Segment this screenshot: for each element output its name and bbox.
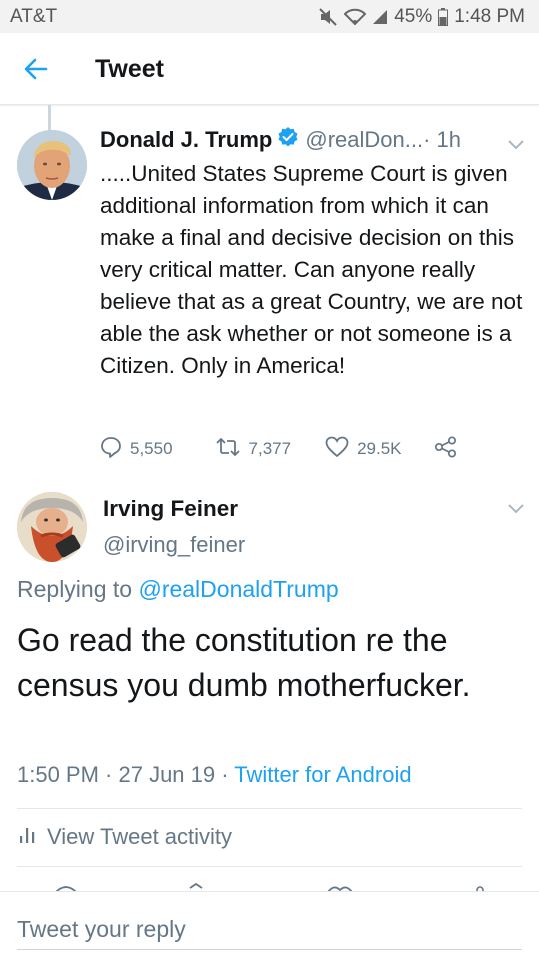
battery-percent: 45% [394,6,433,27]
signal-icon [372,9,388,25]
irving-avatar-image [17,492,87,562]
share-button[interactable] [434,435,458,463]
arrow-left-icon [22,58,50,87]
wifi-icon [344,8,367,26]
heart-icon [325,436,349,463]
like-count: 29.5K [357,439,402,458]
tweet-age: · 1h [423,127,461,152]
mention-link[interactable]: @realDonaldTrump [138,576,338,602]
carrier-label: AT&T [10,6,58,27]
reply-icon [100,436,122,463]
tweet-header: Donald J. Trump @realDon... · 1h [100,126,530,154]
share-icon [434,435,458,463]
divider [17,808,522,809]
reply-input[interactable] [17,910,522,950]
reply-button[interactable]: 5,550 [100,436,173,463]
verified-badge-icon [277,126,299,154]
reply-bar [0,891,539,960]
tweet-actions: 5,550 7,377 29.5K [100,434,500,464]
tweet-text: .....United States Supreme Court is give… [100,161,523,378]
tweet-source-link[interactable]: Twitter for Android [234,762,411,787]
retweet-icon [215,437,241,462]
battery-icon [438,8,449,26]
page-title: Tweet [95,55,164,83]
author-name[interactable]: Donald J. Trump [100,127,272,153]
view-tweet-activity-button[interactable]: View Tweet activity [17,824,232,850]
status-icons: 45% 1:48 PM [318,6,525,28]
tweet-menu-button[interactable] [507,138,525,156]
author-handle[interactable]: @realDon... [305,127,423,153]
avatar[interactable] [17,492,87,562]
trump-avatar-image [17,130,87,200]
chevron-down-icon [507,138,525,155]
retweet-button[interactable]: 7,377 [215,437,292,462]
replying-to: Replying to @realDonaldTrump [17,576,339,603]
back-button[interactable] [22,55,50,83]
like-button[interactable]: 29.5K [325,436,402,463]
chevron-down-icon [507,502,525,519]
view-tweet-activity-label: View Tweet activity [47,824,233,849]
clock: 1:48 PM [454,6,525,27]
avatar[interactable] [17,130,87,200]
tweet-menu-button[interactable] [507,502,525,520]
retweet-count: 7,377 [248,439,292,458]
tweet-meta: 1:50 PM · 27 Jun 19 · Twitter for Androi… [17,762,412,788]
replying-prefix: Replying to [17,576,139,602]
reply-count: 5,550 [130,439,173,458]
mute-icon [318,8,338,26]
app-header: Tweet [0,33,539,105]
status-bar: AT&T 45% 1:48 PM [0,0,539,33]
bar-chart-icon [17,824,37,850]
tweet-text: Go read the constitution re the census y… [17,622,471,703]
thread-line [48,105,51,133]
author-handle[interactable]: @irving_feiner [103,532,245,558]
divider [17,866,522,867]
author-name[interactable]: Irving Feiner [103,496,238,522]
tweet-timestamp: 1:50 PM · 27 Jun 19 · [17,762,235,787]
action-row-peek [0,878,539,892]
